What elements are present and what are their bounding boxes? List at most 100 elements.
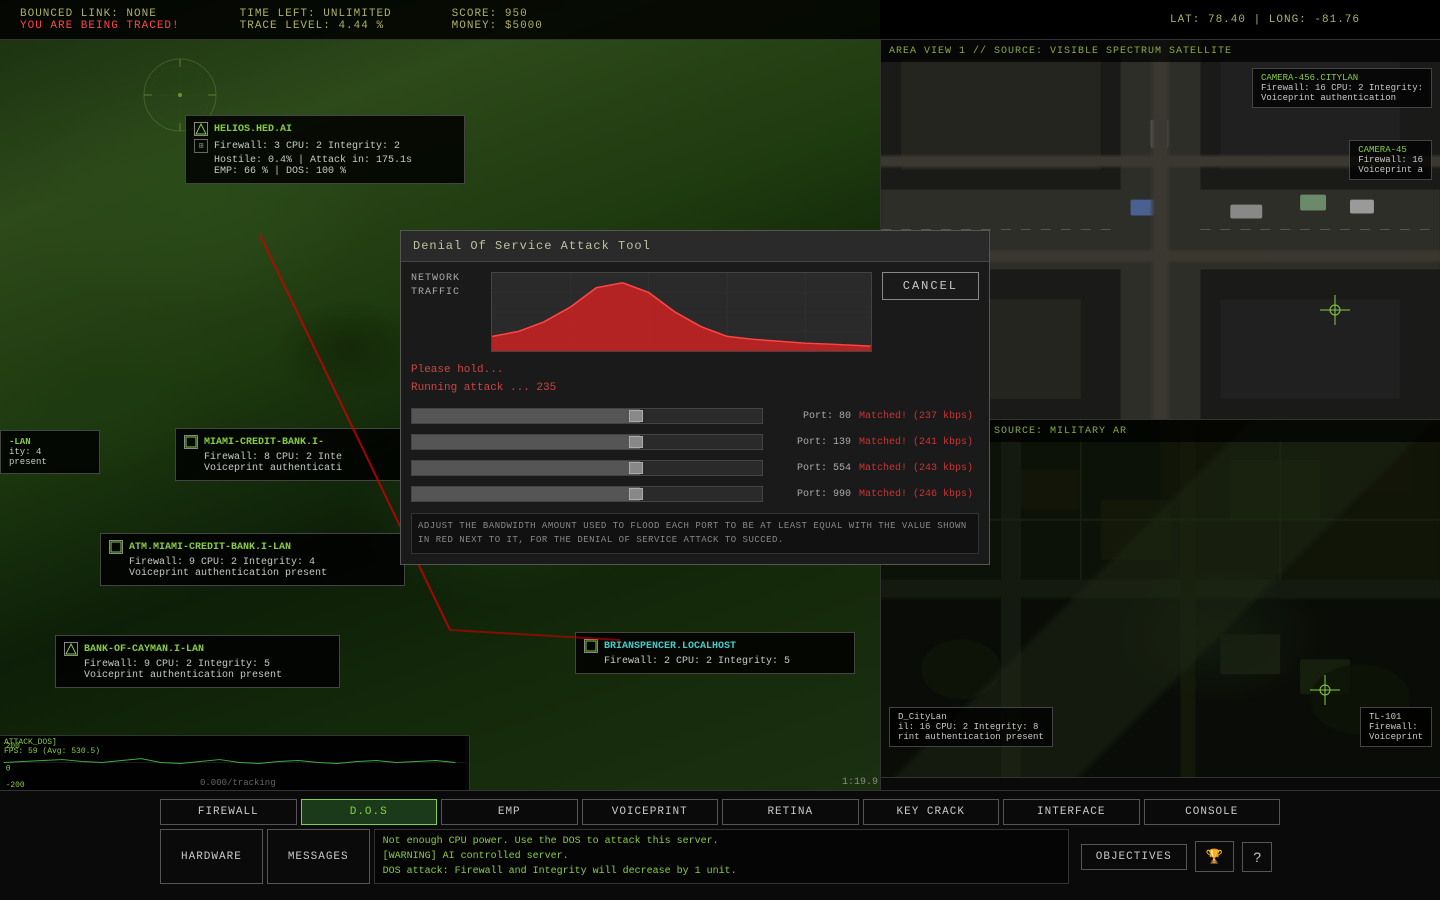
- score-section: Score: 950 Money: $5000: [452, 8, 543, 32]
- port-rows: Port: 80 Matched! (237 kbps) Port: 139 M…: [411, 405, 979, 505]
- helios-title: Helios.Hed.AI: [214, 124, 292, 135]
- trace-warning: You are being traced!: [20, 20, 180, 32]
- bank-cayman-firewall: Firewall: 9 CPU: 2 Integrity: 5: [64, 659, 331, 670]
- camera-45-info[interactable]: Camera-45 Firewall: 16 Voiceprint a: [1349, 140, 1432, 180]
- av2-node2-voice: Voiceprint: [1369, 732, 1423, 742]
- topbar: Bounced Link: None You are being traced!…: [0, 0, 1440, 40]
- messages-button[interactable]: Messages: [267, 829, 370, 884]
- map-time: 1:19.9: [842, 777, 878, 788]
- bank-cayman-voice: Voiceprint authentication present: [64, 670, 331, 681]
- av2-node2[interactable]: TL-101 Firewall: Voiceprint: [1360, 707, 1432, 747]
- area-view-1-header: Area View 1 // Source: Visible Spectrum …: [881, 40, 1440, 62]
- bottom-toolbar: Firewall D.O.S EMP Voiceprint Retina Key…: [0, 790, 1440, 900]
- graph-label-2: FPS: 59 (Avg: 530.5): [4, 747, 100, 756]
- helios-hostile: Hostile: 0.4% | Attack in: 175.1s: [194, 155, 456, 166]
- port-80-match: Matched! (237 kbps): [859, 411, 979, 422]
- score-label: Score: 950: [452, 8, 543, 20]
- log-area: Not enough CPU power. Use the DOS to att…: [374, 829, 1069, 884]
- miami-credit-title: Miami-Credit-Bank.I-: [204, 437, 324, 448]
- dos-button[interactable]: D.O.S: [301, 799, 438, 825]
- atm-miami-node[interactable]: ATM.Miami-Credit-Bank.I-Lan Firewall: 9 …: [100, 533, 405, 586]
- camera-456-title: Camera-456.CityLan: [1261, 73, 1423, 83]
- miami-credit-node[interactable]: Miami-Credit-Bank.I- Firewall: 8 CPU: 2 …: [175, 428, 410, 481]
- dos-status-messages: Please hold... Running attack ... 235: [411, 362, 979, 397]
- time-section: Time Left: Unlimited Trace Level: 4.44 %: [240, 8, 392, 32]
- emp-button[interactable]: EMP: [441, 799, 578, 825]
- dos-instructions: Adjust the bandwidth amount used to floo…: [411, 513, 979, 554]
- interface-button[interactable]: Interface: [1003, 799, 1140, 825]
- helios-node[interactable]: Helios.Hed.AI ⊞ Firewall: 3 CPU: 2 Integ…: [185, 115, 465, 184]
- port-990-label: Port: 990: [771, 489, 851, 500]
- atm-miami-title: ATM.Miami-Credit-Bank.I-Lan: [129, 542, 291, 553]
- traffic-section: NetworkTraffic Canc: [411, 272, 979, 352]
- brianspencer-node[interactable]: Brianspencer.Localhost Firewall: 2 CPU: …: [575, 632, 855, 674]
- dos-dialog-body: NetworkTraffic Canc: [401, 262, 989, 564]
- traffic-label: NetworkTraffic: [411, 272, 481, 300]
- console-button[interactable]: Console: [1144, 799, 1281, 825]
- left-partial-node[interactable]: -LAN ity: 4 present: [0, 430, 100, 474]
- log-msg-2: [WARNING] AI controlled server.: [383, 849, 1060, 864]
- port-row-990: Port: 990 Matched! (246 kbps): [411, 483, 979, 505]
- camera-456-info[interactable]: Camera-456.CityLan Firewall: 16 CPU: 2 I…: [1252, 68, 1432, 108]
- crosshair-1: [1320, 295, 1350, 325]
- port-554-slider[interactable]: [411, 460, 763, 476]
- status-msg-1: Please hold...: [411, 362, 979, 380]
- port-139-match: Matched! (241 kbps): [859, 437, 979, 448]
- graph-label-1: ATTACK_DOS]: [4, 738, 100, 747]
- tracking-value: 0.000/tracking: [200, 778, 276, 788]
- port-554-match: Matched! (243 kbps): [859, 463, 979, 474]
- port-row-139: Port: 139 Matched! (241 kbps): [411, 431, 979, 453]
- bounced-link-label: Bounced Link: None: [20, 8, 180, 20]
- port-row-554: Port: 554 Matched! (243 kbps): [411, 457, 979, 479]
- money-label: Money: $5000: [452, 20, 543, 32]
- trophy-icon-button[interactable]: 🏆: [1195, 841, 1234, 872]
- hardware-button[interactable]: Hardware: [160, 829, 263, 884]
- camera-456-voice: Voiceprint authentication: [1261, 93, 1423, 103]
- helios-empdos: EMP: 66 % | DOS: 100 %: [194, 166, 456, 177]
- camera-45-voice: Voiceprint a: [1358, 165, 1423, 175]
- time-left-label: Time Left: Unlimited: [240, 8, 392, 20]
- av2-node1[interactable]: D_CityLan il: 16 CPU: 2 Integrity: 8 rin…: [889, 707, 1053, 747]
- log-msg-3: DOS attack: Firewall and Integrity will …: [383, 864, 1060, 879]
- traffic-chart: [491, 272, 872, 352]
- camera-45-firewall: Firewall: 16: [1358, 155, 1423, 165]
- objectives-button[interactable]: Objectives: [1081, 844, 1187, 870]
- port-80-slider[interactable]: [411, 408, 763, 424]
- helios-firewall: Firewall: 3 CPU: 2 Integrity: 2: [214, 141, 400, 152]
- atm-miami-firewall: Firewall: 9 CPU: 2 Integrity: 4: [109, 557, 396, 568]
- atm-miami-voice: Voiceprint authentication present: [109, 568, 396, 579]
- bank-cayman-title: Bank-of-Cayman.I-Lan: [84, 644, 204, 655]
- cancel-button[interactable]: Cancel: [882, 272, 979, 300]
- port-990-match: Matched! (246 kbps): [859, 489, 979, 500]
- av2-node1-title: D_CityLan: [898, 712, 1044, 722]
- av2-node2-title: TL-101: [1369, 712, 1423, 722]
- dos-dialog-title: Denial Of Service attack tool: [401, 231, 989, 262]
- objectives-area: Objectives 🏆 ?: [1073, 829, 1280, 884]
- port-990-slider[interactable]: [411, 486, 763, 502]
- miami-credit-firewall: Firewall: 8 CPU: 2 Inte: [184, 452, 401, 463]
- miami-credit-voice: Voiceprint authenticati: [184, 463, 401, 474]
- camera-45-title: Camera-45: [1358, 145, 1423, 155]
- av2-node2-info: Firewall:: [1369, 722, 1423, 732]
- help-icon-button[interactable]: ?: [1242, 842, 1272, 872]
- voiceprint-button[interactable]: Voiceprint: [582, 799, 719, 825]
- coords-section: Lat: 78.40 | Long: -81.76: [1170, 14, 1360, 26]
- bank-cayman-node[interactable]: Bank-of-Cayman.I-Lan Firewall: 9 CPU: 2 …: [55, 635, 340, 688]
- crosshair-2: [1310, 675, 1340, 705]
- retina-button[interactable]: Retina: [722, 799, 859, 825]
- av2-node1-info: il: 16 CPU: 2 Integrity: 8: [898, 722, 1044, 732]
- port-139-slider[interactable]: [411, 434, 763, 450]
- bounced-link-section: Bounced Link: None You are being traced!: [20, 8, 180, 32]
- svg-text:-200: -200: [6, 781, 25, 790]
- firewall-button[interactable]: Firewall: [160, 799, 297, 825]
- bottom-second-row: Hardware Messages Not enough CPU power. …: [0, 829, 1440, 884]
- port-139-label: Port: 139: [771, 437, 851, 448]
- svg-text:0: 0: [6, 764, 11, 773]
- tracking-label: 0.000/tracking: [200, 778, 276, 788]
- lat-lon-label: Lat: 78.40 | Long: -81.76: [1170, 14, 1360, 26]
- key-crack-button[interactable]: Key Crack: [863, 799, 1000, 825]
- brianspencer-firewall: Firewall: 2 CPU: 2 Integrity: 5: [584, 656, 846, 667]
- port-row-80: Port: 80 Matched! (237 kbps): [411, 405, 979, 427]
- av2-node1-auth: rint authentication present: [898, 732, 1044, 742]
- area-view-1-title: Area View 1 // Source: Visible Spectrum …: [889, 46, 1232, 57]
